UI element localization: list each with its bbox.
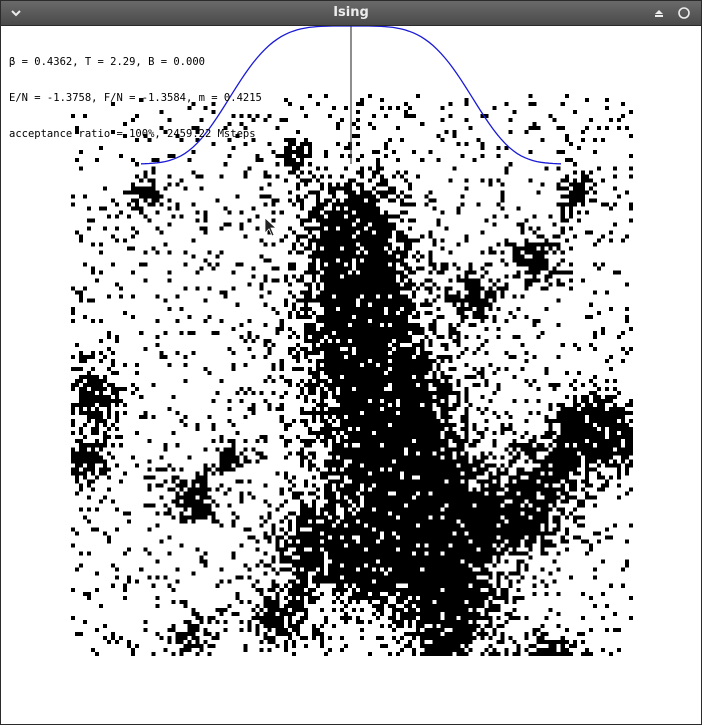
simulation-view: β = 0.4362, T = 2.29, B = 0.000 E/N = -1… <box>1 26 701 724</box>
title-bar[interactable]: Ising <box>1 1 701 26</box>
window-title: Ising <box>333 5 369 20</box>
stats-line-acceptance: acceptance ratio = 100%, 2459.22 Msteps <box>9 128 256 140</box>
stats-line-temperature: β = 0.4362, T = 2.29, B = 0.000 <box>9 56 205 68</box>
mouse-pointer-icon <box>264 217 278 237</box>
shade-up-icon[interactable] <box>651 5 667 21</box>
ising-window: Ising β = 0.4362, T = 2.29, B = 0.000 E/… <box>0 0 702 725</box>
stats-panel: β = 0.4362, T = 2.29, B = 0.000 E/N = -1… <box>9 32 262 164</box>
close-circle-icon[interactable] <box>676 5 692 21</box>
stats-line-energy: E/N = -1.3758, F/N = -1.3584, m = 0.4215 <box>9 92 262 104</box>
